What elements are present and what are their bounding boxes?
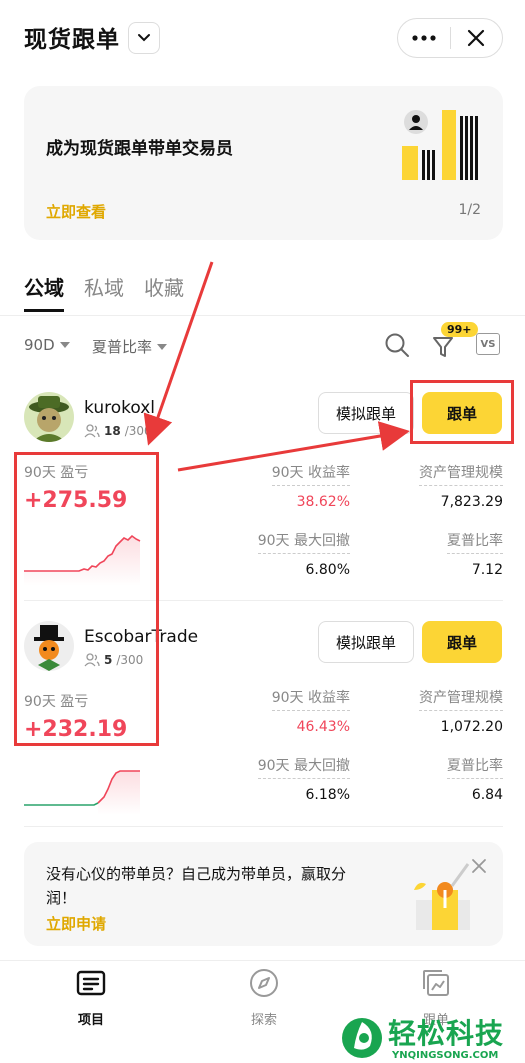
tabs-divider [0, 315, 525, 316]
return-stat: 90天 收益率 46.43% [271, 687, 350, 735]
aum-value: 1,072.20 [440, 719, 503, 735]
trader-divider [24, 826, 503, 827]
drawdown-stat: 90天 最大回撤 6.18% [257, 755, 350, 803]
sharpe-stat: 夏普比率 6.84 [447, 755, 503, 803]
copy-trade-icon [423, 970, 449, 996]
avatar [24, 392, 74, 442]
period-filter[interactable]: 90D [24, 336, 70, 354]
banner-view-link[interactable]: 立即查看 [46, 201, 106, 222]
sharpe-stat: 夏普比率 7.12 [447, 530, 503, 578]
header: 现货跟单 [0, 0, 525, 76]
watermark-url: YNQINGSONG.COM [392, 1050, 499, 1061]
gift-illustration-icon [414, 863, 470, 930]
sharpe-label[interactable]: 夏普比率 [447, 755, 503, 779]
close-button[interactable] [451, 19, 502, 57]
tab-public[interactable]: 公域 [24, 272, 64, 312]
banner-title: 成为现货跟单带单交易员 [46, 139, 233, 159]
users-icon [84, 424, 100, 438]
period-filter-label: 90D [24, 336, 55, 354]
leaf-logo-icon [342, 1018, 382, 1058]
title-dropdown-button[interactable] [128, 22, 160, 54]
chevron-down-icon [138, 34, 150, 42]
return-stat: 90天 收益率 38.62% [271, 462, 350, 510]
watermark-text: 轻松科技 [388, 1017, 505, 1050]
follower-count: 18/300 [84, 424, 152, 438]
promo-close-button[interactable] [469, 856, 489, 876]
search-button[interactable] [382, 330, 412, 360]
follower-current: 18 [104, 424, 121, 438]
sharpe-value: 7.12 [471, 562, 503, 578]
caret-down-icon [157, 343, 168, 350]
copy-trade-button[interactable]: 跟单 [422, 621, 502, 663]
aum-value: 7,823.29 [440, 494, 503, 510]
drawdown-label[interactable]: 90天 最大回撤 [257, 755, 350, 779]
sharpe-value: 6.84 [471, 787, 503, 803]
follow-button-highlight-box [410, 380, 514, 444]
drawdown-label[interactable]: 90天 最大回撤 [257, 530, 350, 554]
simulate-copy-button[interactable]: 模拟跟单 [318, 621, 414, 663]
drawdown-value: 6.80% [305, 562, 350, 578]
search-icon [385, 333, 409, 357]
return-value: 46.43% [296, 719, 350, 735]
funnel-icon [433, 337, 453, 357]
pnl-sparkline [24, 770, 140, 815]
nav-label: 探索 [250, 1013, 277, 1028]
sort-filter[interactable]: 夏普比率 [92, 336, 168, 357]
close-icon [468, 29, 485, 47]
tab-favorites[interactable]: 收藏 [144, 272, 184, 312]
drawdown-stat: 90天 最大回撤 6.80% [257, 530, 350, 578]
trader-chart-illustration-icon [402, 110, 478, 180]
follower-max: /300 [124, 424, 152, 438]
tab-bar: 公域 私域 收藏 [24, 272, 184, 312]
become-trader-banner[interactable]: 成为现货跟单带单交易员 立即查看 1/2 [24, 86, 503, 240]
trader-avatar-icon [24, 392, 74, 442]
filter-count-badge: 99+ [441, 322, 478, 337]
apply-now-link[interactable]: 立即申请 [46, 913, 106, 934]
simulate-copy-button[interactable]: 模拟跟单 [318, 392, 414, 434]
pnl-highlight-box [14, 452, 159, 746]
tab-private[interactable]: 私域 [84, 272, 124, 312]
become-leader-promo: 没有心仪的带单员？自己成为带单员，赢取分润！ 立即申请 [24, 842, 503, 946]
aum-stat: 资产管理规模 1,072.20 [419, 687, 503, 735]
trader-name[interactable]: kurokoxl [84, 398, 155, 418]
banner-page-indicator: 1/2 [458, 202, 481, 218]
aum-stat: 资产管理规模 7,823.29 [419, 462, 503, 510]
nav-item-explore[interactable]: 探索 [224, 967, 304, 1028]
aum-label[interactable]: 资产管理规模 [419, 462, 503, 486]
page-title: 现货跟单 [24, 27, 120, 53]
nav-item-projects[interactable]: 项目 [51, 967, 131, 1028]
promo-text: 没有心仪的带单员？自己成为带单员，赢取分润！ [46, 865, 347, 907]
more-dots-icon [412, 35, 436, 41]
aum-label[interactable]: 资产管理规模 [419, 687, 503, 711]
watermark: 轻松科技 YNQINGSONG.COM [340, 1012, 525, 1063]
compare-vs-button[interactable]: VS [476, 333, 500, 355]
compass-icon [250, 969, 278, 997]
sharpe-label[interactable]: 夏普比率 [447, 530, 503, 554]
list-icon [76, 970, 106, 996]
drawdown-value: 6.18% [305, 787, 350, 803]
return-label[interactable]: 90天 收益率 [271, 462, 350, 486]
sort-filter-label: 夏普比率 [92, 338, 153, 356]
close-icon [472, 859, 486, 873]
caret-down-icon [59, 342, 70, 348]
return-value: 38.62% [296, 494, 350, 510]
nav-label: 项目 [77, 1013, 104, 1028]
return-label[interactable]: 90天 收益率 [271, 687, 350, 711]
mini-program-capsule [397, 18, 503, 58]
more-button[interactable] [398, 19, 450, 57]
